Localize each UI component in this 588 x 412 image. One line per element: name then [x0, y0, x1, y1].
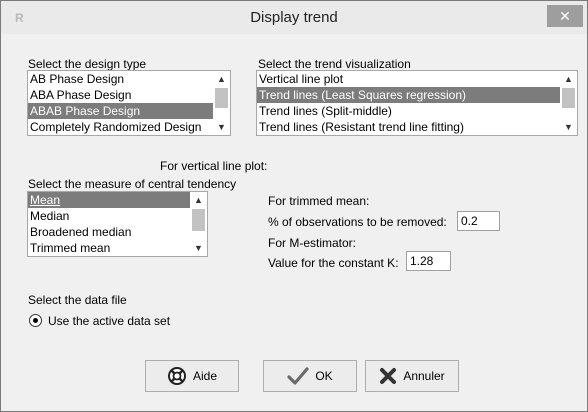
trend-item-vertical-line[interactable]: Vertical line plot — [257, 71, 577, 87]
close-button[interactable]: ✕ — [547, 5, 583, 27]
design-scrollbar[interactable]: ▲ ▼ — [213, 71, 230, 135]
central-scrollbar[interactable]: ▲ ▼ — [190, 192, 207, 256]
title-bar[interactable]: R Display trend ✕ — [1, 1, 587, 34]
central-item-trimmed-mean[interactable]: Trimmed mean — [28, 240, 207, 256]
trend-visualization-label: Select the trend visualization — [258, 57, 411, 71]
scroll-thumb[interactable] — [215, 88, 228, 108]
cancel-button[interactable]: Annuler — [365, 360, 459, 392]
trim-percent-label: % of observations to be removed: — [268, 215, 447, 229]
active-data-set-radio[interactable] — [29, 314, 42, 327]
central-item-mean[interactable]: Mean — [28, 192, 207, 208]
scroll-thumb[interactable] — [192, 209, 205, 231]
design-item-ab[interactable]: AB Phase Design — [28, 71, 230, 87]
scroll-down-arrow-icon[interactable]: ▼ — [560, 120, 577, 134]
trim-percent-input[interactable]: 0.2 — [457, 211, 500, 231]
scroll-up-arrow-icon[interactable]: ▲ — [190, 193, 207, 207]
trend-item-split-middle[interactable]: Trend lines (Split-middle) — [257, 103, 577, 119]
x-cross-icon — [379, 367, 397, 385]
lifebuoy-icon — [167, 366, 187, 386]
central-tendency-listbox[interactable]: Mean Median Broadened median Trimmed mea… — [27, 191, 208, 257]
help-button-label: Aide — [192, 369, 218, 383]
help-button[interactable]: Aide — [145, 360, 239, 392]
trend-scrollbar[interactable]: ▲ ▼ — [560, 71, 577, 135]
dialog-window: R Display trend ✕ Select the design type… — [0, 0, 588, 412]
constant-k-input[interactable]: 1.28 — [406, 251, 451, 271]
m-estimator-heading: For M-estimator: — [268, 236, 357, 250]
close-icon: ✕ — [559, 8, 571, 24]
cancel-button-label: Annuler — [403, 369, 445, 383]
design-item-completely-randomized[interactable]: Completely Randomized Design — [28, 119, 230, 135]
trend-visualization-listbox[interactable]: Vertical line plot Trend lines (Least Sq… — [256, 70, 578, 136]
active-data-set-label[interactable]: Use the active data set — [48, 314, 170, 328]
trend-item-resistant[interactable]: Trend lines (Resistant trend line fittin… — [257, 119, 577, 135]
design-item-abab[interactable]: ABAB Phase Design — [28, 103, 230, 119]
vertical-line-plot-heading: For vertical line plot: — [160, 159, 268, 173]
data-file-label: Select the data file — [28, 293, 127, 307]
ok-button[interactable]: OK — [263, 360, 357, 392]
checkmark-icon — [287, 367, 309, 385]
trimmed-mean-heading: For trimmed mean: — [268, 194, 370, 208]
central-tendency-label: Select the measure of central tendency — [28, 177, 237, 191]
scroll-down-arrow-icon[interactable]: ▼ — [213, 120, 230, 134]
design-item-aba[interactable]: ABA Phase Design — [28, 87, 230, 103]
scroll-up-arrow-icon[interactable]: ▲ — [213, 72, 230, 86]
design-type-listbox[interactable]: AB Phase Design ABA Phase Design ABAB Ph… — [27, 70, 231, 136]
scroll-thumb[interactable] — [562, 88, 575, 108]
scroll-up-arrow-icon[interactable]: ▲ — [560, 72, 577, 86]
scroll-down-arrow-icon[interactable]: ▼ — [190, 241, 207, 255]
ok-button-label: OK — [315, 369, 333, 383]
central-item-broadened-median[interactable]: Broadened median — [28, 224, 207, 240]
constant-k-label: Value for the constant K: — [268, 256, 399, 270]
design-type-label: Select the design type — [28, 57, 147, 71]
window-title: Display trend — [250, 9, 338, 26]
trend-item-least-squares[interactable]: Trend lines (Least Squares regression) — [257, 87, 577, 103]
central-item-median[interactable]: Median — [28, 208, 207, 224]
